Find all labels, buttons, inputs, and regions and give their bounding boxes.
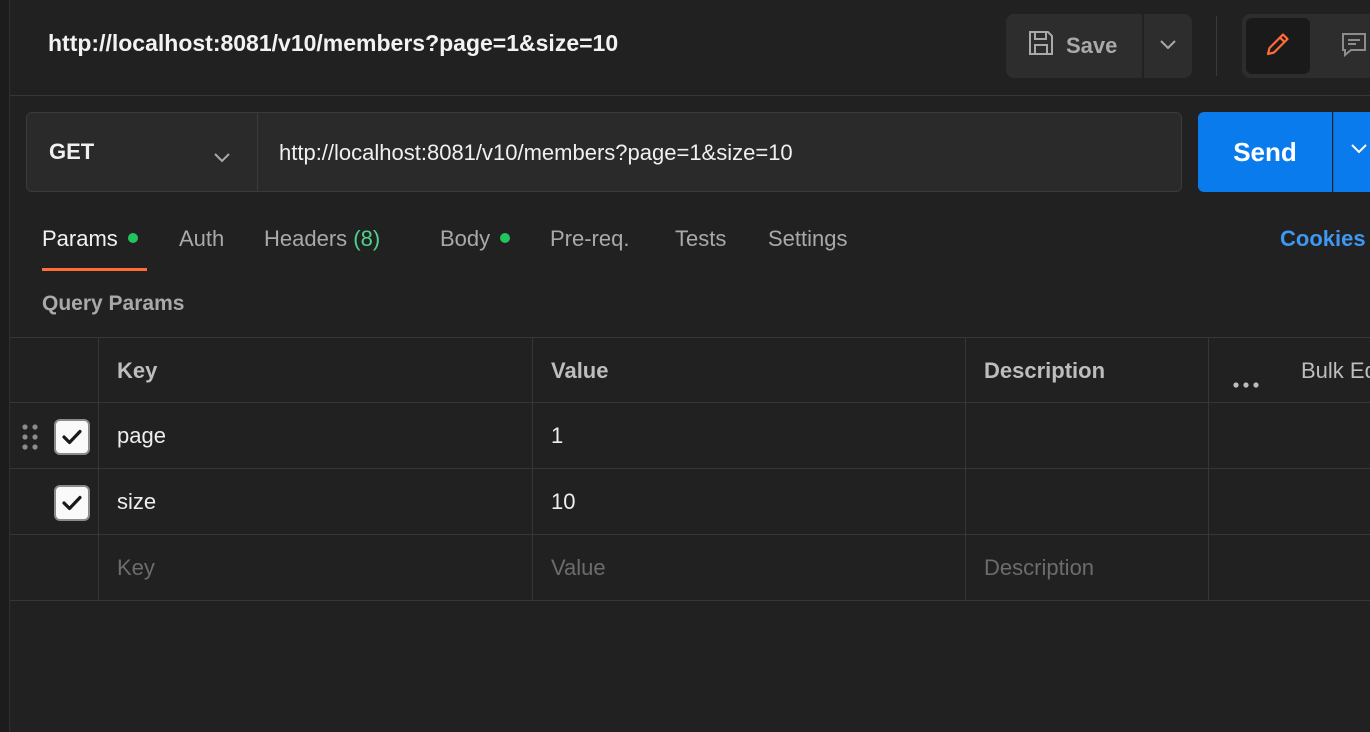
- comment-mode-button[interactable]: [1322, 18, 1370, 74]
- param-key-cell[interactable]: page: [99, 403, 533, 469]
- tab-auth[interactable]: Auth: [179, 226, 224, 252]
- ellipsis-icon[interactable]: [1233, 368, 1259, 394]
- new-value-input[interactable]: Value: [533, 535, 966, 601]
- checkmark-icon: [62, 429, 82, 445]
- params-status-dot: [127, 233, 138, 244]
- send-button[interactable]: Send: [1198, 112, 1332, 192]
- column-header-description: Description: [966, 338, 1209, 404]
- table-row: page 1: [10, 403, 1370, 469]
- cookies-link[interactable]: Cookies: [1280, 226, 1366, 252]
- column-header-value: Value: [533, 338, 966, 404]
- param-description-cell[interactable]: [966, 403, 1209, 469]
- drag-handle-icon[interactable]: [20, 423, 40, 451]
- left-edge-panel: [0, 0, 10, 732]
- bulk-edit-button[interactable]: Bulk Edit: [1301, 338, 1370, 404]
- request-header: http://localhost:8081/v10/members?page=1…: [10, 0, 1370, 96]
- table-header-row: Key Value Description Bulk Edit: [10, 337, 1370, 404]
- method-label: GET: [49, 139, 95, 164]
- edit-mode-button[interactable]: [1246, 18, 1310, 74]
- new-key-input[interactable]: Key: [99, 535, 533, 601]
- new-param-row: Key Value Description: [10, 535, 1370, 601]
- body-status-dot: [500, 233, 511, 244]
- row-checkbox[interactable]: [54, 485, 90, 521]
- chevron-down-icon: [1351, 144, 1367, 154]
- comment-icon: [1339, 29, 1369, 64]
- chevron-down-icon: [1159, 37, 1177, 55]
- pencil-icon: [1263, 29, 1293, 64]
- row-select-cell: [10, 403, 99, 469]
- param-key-cell[interactable]: size: [99, 469, 533, 535]
- query-params-title: Query Params: [42, 292, 185, 315]
- tab-pre-request[interactable]: Pre-req.: [550, 226, 629, 252]
- tab-params-label: Params: [42, 226, 118, 251]
- row-select-cell: [10, 535, 99, 601]
- floppy-disk-icon: [1026, 28, 1056, 64]
- header-select-cell: [10, 338, 99, 404]
- tab-headers-label: Headers: [264, 226, 348, 251]
- send-options-button[interactable]: [1333, 112, 1370, 192]
- save-button[interactable]: Save: [1006, 14, 1142, 78]
- tab-params[interactable]: Params: [42, 226, 138, 252]
- request-title[interactable]: http://localhost:8081/v10/members?page=1…: [48, 30, 618, 57]
- tab-headers[interactable]: Headers (8): [264, 226, 380, 252]
- row-checkbox[interactable]: [54, 419, 90, 455]
- tab-settings[interactable]: Settings: [768, 226, 848, 252]
- view-mode-toggle: [1242, 14, 1370, 78]
- table-row: size 10: [10, 469, 1370, 535]
- new-description-input[interactable]: Description: [966, 535, 1209, 601]
- headers-count: (8): [353, 226, 381, 251]
- save-button-label: Save: [1066, 33, 1118, 58]
- url-bar: GET: [26, 112, 1182, 192]
- tab-body-label: Body: [440, 226, 491, 251]
- column-header-key: Key: [99, 338, 533, 404]
- query-params-table: Key Value Description Bulk Edit: [10, 337, 1370, 601]
- tab-tests[interactable]: Tests: [675, 226, 726, 252]
- header-divider: [1216, 16, 1217, 76]
- active-tab-underline: [42, 268, 147, 271]
- tab-body[interactable]: Body: [440, 226, 511, 252]
- method-select[interactable]: GET: [27, 113, 258, 191]
- save-options-button[interactable]: [1144, 14, 1192, 78]
- header-actions-cell: Bulk Edit: [1209, 338, 1370, 404]
- chevron-down-icon: [213, 143, 231, 169]
- param-value-cell[interactable]: 1: [533, 403, 966, 469]
- checkmark-icon: [62, 495, 82, 511]
- param-description-cell[interactable]: [966, 469, 1209, 535]
- param-value-cell[interactable]: 10: [533, 469, 966, 535]
- row-select-cell: [10, 469, 99, 535]
- url-input[interactable]: [279, 137, 1159, 169]
